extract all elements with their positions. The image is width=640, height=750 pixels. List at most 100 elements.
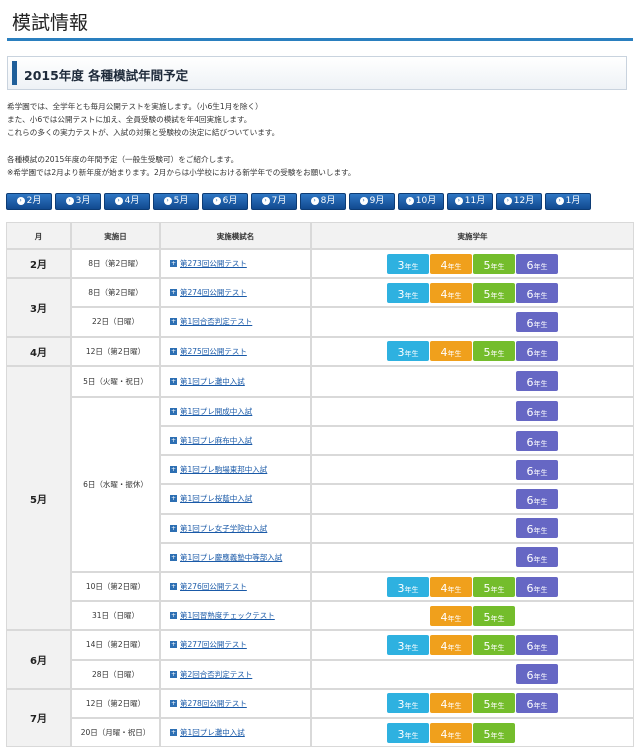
plus-icon: +	[170, 377, 177, 385]
grade-number: 6	[526, 287, 534, 301]
month-button[interactable]: › 12月	[496, 193, 542, 210]
month-button[interactable]: › 11月	[447, 193, 493, 210]
month-cell: 5月	[6, 365, 71, 631]
month-button[interactable]: › 3月	[55, 193, 101, 210]
grade-badge: 4年生	[430, 722, 472, 743]
grade-suffix: 年生	[404, 731, 419, 740]
grade-number: 6	[526, 406, 534, 420]
month-button[interactable]: › 10月	[398, 193, 444, 210]
grade-number: 5	[483, 581, 491, 595]
grade-badge: 5年生	[473, 634, 515, 655]
grades-cell: 6年生	[311, 365, 634, 397]
grade-number: 5	[483, 698, 491, 712]
grade-suffix: 年生	[533, 643, 548, 652]
grade-suffix: 年生	[533, 410, 548, 419]
grade-badge: 5年生	[473, 282, 515, 303]
grade-badge: 4年生	[430, 341, 472, 362]
grade-badge: 6年生	[516, 430, 558, 451]
grade-number: 6	[526, 639, 534, 653]
month-button[interactable]: › 6月	[202, 193, 248, 210]
grade-number: 5	[483, 639, 491, 653]
grades-cell: 3年生 4年生 5年生 6年生	[311, 572, 634, 602]
circle-arrow-icon: ›	[261, 197, 270, 205]
grade-suffix: 年生	[404, 702, 419, 711]
header-month: 月	[6, 222, 71, 249]
exam-name-cell: + 第1回プレ灘中入試	[160, 365, 311, 397]
grade-suffix: 年生	[490, 614, 505, 623]
date-cell: 6日（水曜・振休）	[71, 396, 160, 572]
exam-link[interactable]: 第278回公開テスト	[180, 698, 247, 709]
month-button[interactable]: › 8月	[300, 193, 346, 210]
grade-number: 3	[397, 698, 405, 712]
grade-number: 6	[526, 376, 534, 390]
plus-icon: +	[170, 670, 177, 678]
month-button-label: 12月	[513, 196, 535, 206]
exam-name-cell: + 第278回公開テスト	[160, 688, 311, 718]
grade-number: 3	[397, 727, 405, 741]
exam-link[interactable]: 第1回プレ開成中入試	[180, 406, 252, 417]
grade-badge: 6年生	[516, 341, 558, 362]
month-button[interactable]: › 7月	[251, 193, 297, 210]
exam-link[interactable]: 第275回公開テスト	[180, 346, 247, 357]
grade-badge: 5年生	[473, 341, 515, 362]
exam-link[interactable]: 第274回公開テスト	[180, 287, 247, 298]
grade-number: 6	[526, 581, 534, 595]
month-button[interactable]: › 1月	[545, 193, 591, 210]
month-button[interactable]: › 2月	[6, 193, 52, 210]
plus-icon: +	[170, 495, 177, 503]
grades-cell: 6年生	[311, 484, 634, 514]
exam-link[interactable]: 第1回プレ灘中入試	[180, 727, 245, 738]
grades-cell: 4 年生 5年生	[311, 601, 634, 631]
month-button-label: 8月	[320, 196, 336, 206]
grade-badge: 6年生	[516, 253, 558, 274]
circle-arrow-icon: ›	[310, 197, 319, 205]
grade-suffix: 年生	[533, 702, 548, 711]
exam-link[interactable]: 第1回プレ灘中入試	[180, 376, 245, 387]
grade-number: 4	[440, 639, 448, 653]
grade-badge: 5年生	[473, 693, 515, 714]
exam-link[interactable]: 第1回プレ桜蔭中入試	[180, 493, 252, 504]
grade-suffix: 年生	[533, 439, 548, 448]
exam-name-cell: + 第1回プレ開成中入試	[160, 396, 311, 426]
grade-number: 3	[397, 581, 405, 595]
exam-link[interactable]: 第1回習熟度チェックテスト	[180, 610, 275, 621]
grade-number: 6	[526, 698, 534, 712]
exam-link[interactable]: 第2回合否判定テスト	[180, 669, 252, 680]
circle-arrow-icon: ›	[163, 197, 172, 205]
exam-name-cell: + 第274回公開テスト	[160, 278, 311, 308]
exam-link[interactable]: 第277回公開テスト	[180, 639, 247, 650]
exam-name-cell: + 第1回プレ灘中入試	[160, 718, 311, 748]
section-header: 2015年度 各種模試年間予定	[7, 56, 627, 90]
grade-number: 4	[440, 698, 448, 712]
plus-icon: +	[170, 699, 177, 707]
exam-link[interactable]: 第1回プレ女子学院中入試	[180, 523, 267, 534]
circle-arrow-icon: ›	[16, 197, 25, 205]
title-divider	[7, 38, 633, 41]
grade-number: 4	[440, 610, 448, 624]
month-button[interactable]: › 9月	[349, 193, 395, 210]
grade-suffix: 年生	[533, 320, 548, 329]
exam-name-cell: + 第1回プレ桜蔭中入試	[160, 484, 311, 514]
grade-badge: 4年生	[430, 693, 472, 714]
exam-name-cell: + 第276回公開テスト	[160, 572, 311, 602]
exam-link[interactable]: 第1回プレ麻布中入試	[180, 435, 252, 446]
exam-link[interactable]: 第276回公開テスト	[180, 581, 247, 592]
exam-name-cell: + 第1回習熟度チェックテスト	[160, 601, 311, 631]
exam-link[interactable]: 第1回プレ駒場東邦中入試	[180, 464, 267, 475]
grade-badge: 5年生	[473, 605, 515, 626]
grade-suffix: 年生	[447, 731, 462, 740]
exam-link[interactable]: 第273回公開テスト	[180, 258, 247, 269]
date-cell: 8日（第2日曜）	[71, 249, 160, 279]
grade-number: 5	[483, 346, 491, 360]
plus-icon: +	[170, 583, 177, 591]
month-cell: 2月	[6, 249, 71, 279]
month-button[interactable]: › 4月	[104, 193, 150, 210]
exam-schedule-table: 月 実施日 実施模試名 実施学年 2月 8日（第2日曜） + 第273回公開テスト 3年…	[6, 222, 634, 750]
plus-icon: +	[170, 407, 177, 415]
circle-arrow-icon: ›	[555, 197, 564, 205]
exam-link[interactable]: 第1回プレ慶應義塾中等部入試	[180, 552, 282, 563]
exam-link[interactable]: 第1回合否判定テスト	[180, 316, 252, 327]
exam-name-cell: + 第277回公開テスト	[160, 630, 311, 660]
grade-number: 6	[526, 552, 534, 566]
month-button[interactable]: › 5月	[153, 193, 199, 210]
